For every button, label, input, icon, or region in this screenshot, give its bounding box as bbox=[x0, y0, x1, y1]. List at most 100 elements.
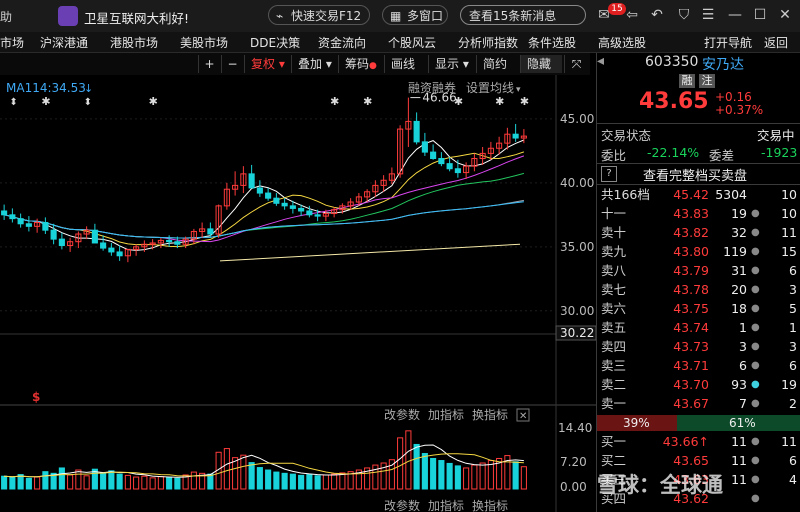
quick-trade-button[interactable]: ⌁ 快速交易F12 bbox=[268, 5, 370, 25]
ask-price: 43.78 bbox=[673, 282, 709, 297]
ask-vol: 3 bbox=[739, 339, 747, 354]
candle-body bbox=[91, 229, 98, 244]
volume-bar bbox=[166, 476, 173, 490]
volume-bar bbox=[124, 474, 131, 490]
chip-button[interactable]: 筹码● bbox=[338, 55, 382, 73]
ask-row[interactable]: 卖四 43.73 3 ● 3 bbox=[597, 337, 800, 356]
simple-button[interactable]: 简约 bbox=[476, 55, 518, 73]
ask-row[interactable]: 卖三 43.71 6 ● 6 bbox=[597, 356, 800, 375]
undo-icon[interactable]: ↶ bbox=[649, 7, 665, 23]
ask-label: 卖三 bbox=[601, 358, 627, 373]
ask-row[interactable]: 卖五 43.74 1 ● 1 bbox=[597, 318, 800, 337]
ask-vol: 119 bbox=[723, 244, 747, 259]
volume-bar bbox=[58, 467, 65, 490]
menu-item-navigation[interactable]: 打开导航 bbox=[704, 34, 752, 51]
ask-row[interactable]: 卖十 43.82 32 ● 11 bbox=[597, 223, 800, 242]
ma60-line bbox=[3, 199, 524, 239]
help-icon[interactable]: ? bbox=[601, 166, 617, 182]
candle-body bbox=[42, 221, 49, 231]
shirt-icon[interactable]: ⛉ bbox=[676, 7, 692, 23]
sub2-edit-param[interactable]: 改参数 bbox=[384, 498, 420, 512]
menu-item-stock-screen[interactable]: 条件选股 bbox=[528, 34, 576, 51]
arrow-left-icon[interactable]: ◂ bbox=[597, 53, 607, 73]
bid-price: 43.66↑ bbox=[662, 434, 709, 449]
ask-row[interactable]: 卖二 43.70 93 ● 19 bbox=[597, 375, 800, 394]
ma-setting-link[interactable]: 设置均线 bbox=[466, 81, 514, 95]
candle-body bbox=[454, 168, 461, 174]
candle-body bbox=[17, 218, 24, 225]
menu-item-capital-flow[interactable]: 资金流向 bbox=[318, 34, 366, 51]
minimize-icon[interactable]: — bbox=[727, 7, 743, 23]
ask-row[interactable]: 十一 43.83 19 ● 10 bbox=[597, 204, 800, 223]
menu-item-dde[interactable]: DDE决策 bbox=[250, 34, 300, 51]
sub-edit-param[interactable]: 改参数 bbox=[384, 407, 420, 422]
candle-body bbox=[438, 158, 445, 165]
buy-ratio: 61% bbox=[729, 416, 756, 430]
bid-price: 43.65 bbox=[673, 453, 709, 468]
zhu-badge: 注 bbox=[699, 74, 715, 88]
draw-line-button[interactable]: 画线 bbox=[384, 55, 426, 73]
hide-button[interactable]: 隐藏 bbox=[520, 55, 562, 73]
bid-row[interactable]: 买一 43.66↑ 11 ● 11 bbox=[597, 432, 800, 451]
candle-body bbox=[265, 192, 272, 199]
sub2-switch-indicator[interactable]: 换指标 bbox=[472, 498, 508, 512]
high-annotation: 46.66 bbox=[422, 91, 456, 105]
display-dropdown[interactable]: 显示 ▾ bbox=[428, 55, 474, 73]
ma5-line bbox=[3, 139, 525, 251]
fullscreen-icon[interactable]: ⤧ bbox=[564, 55, 588, 73]
menu-item-analyst-index[interactable]: 分析师指数 bbox=[458, 34, 518, 51]
dot-icon: ● bbox=[751, 227, 760, 238]
menu-icon[interactable]: ☰ bbox=[700, 7, 716, 23]
maximize-icon[interactable]: ☐ bbox=[752, 7, 768, 23]
clip-text: 助 bbox=[0, 10, 13, 24]
quote-panel: ◂ 603350 安乃达 融 注 43.65 +0.16 +0.37% 交易状态… bbox=[596, 53, 800, 512]
bid-row[interactable]: 买二 43.65 11 ● 6 bbox=[597, 451, 800, 470]
ask-row[interactable]: 卖九 43.80 119 ● 15 bbox=[597, 242, 800, 261]
ma-arrow-icon: ↓ bbox=[84, 82, 93, 95]
ask-vol: 31 bbox=[731, 263, 747, 278]
candle-body bbox=[25, 223, 32, 227]
watermark: 雪球：全球通 bbox=[597, 473, 723, 497]
status-label: 交易状态 bbox=[601, 128, 652, 143]
candle-body bbox=[248, 173, 255, 189]
volume-bar bbox=[405, 430, 412, 490]
ask-row[interactable]: 卖八 43.79 31 ● 6 bbox=[597, 261, 800, 280]
ask-label: 卖九 bbox=[601, 244, 627, 259]
menu-item-advanced-screen[interactable]: 高级选股 bbox=[598, 34, 646, 51]
ask-row[interactable]: 卖一 43.67 7 ● 2 bbox=[597, 394, 800, 413]
ask-vol: 19 bbox=[731, 206, 747, 221]
zoom-in-icon[interactable]: + bbox=[198, 55, 220, 73]
volume-bar bbox=[83, 475, 90, 490]
menu-item-hk-connect[interactable]: 沪深港通 bbox=[40, 34, 88, 51]
vol-ma5-line bbox=[4, 444, 524, 478]
sub-switch-indicator[interactable]: 换指标 bbox=[472, 407, 508, 422]
fuquan-dropdown[interactable]: 复权 ▾ bbox=[244, 55, 290, 73]
sub2-add-indicator[interactable]: 加指标 bbox=[428, 498, 464, 512]
volume-bar bbox=[339, 472, 346, 490]
arrow-left-icon[interactable]: ⇦ bbox=[624, 7, 640, 23]
multi-window-button[interactable]: ▦ 多窗口 bbox=[382, 5, 448, 25]
overlay-dropdown[interactable]: 叠加 ▾ bbox=[291, 55, 337, 73]
ask-ext: 2 bbox=[789, 396, 797, 411]
ask-vol: 1 bbox=[739, 320, 747, 335]
ask-row[interactable]: 卖六 43.75 18 ● 5 bbox=[597, 299, 800, 318]
menu-item-stock-news[interactable]: 个股风云 bbox=[388, 34, 436, 51]
sub-add-indicator[interactable]: 加指标 bbox=[428, 407, 464, 422]
close-icon[interactable]: ✕ bbox=[777, 7, 793, 23]
sub-close-icon[interactable]: ✕ bbox=[519, 411, 527, 422]
full-book-button[interactable]: 查看完整档买卖盘 bbox=[643, 165, 747, 184]
ask-row[interactable]: 卖七 43.78 20 ● 3 bbox=[597, 280, 800, 299]
news-headline[interactable]: 卫星互联网大利好! bbox=[84, 8, 189, 27]
news-count-button[interactable]: 查看15条新消息 bbox=[460, 5, 586, 25]
volume-bar bbox=[314, 475, 321, 490]
kline-chart[interactable]: ✱ ✱ ✱ ✱ ✱ ✱ ✱⬍ ⬍ MA114:34.53 ↓ 融资融券 设置均线 ▾ 45.0… bbox=[0, 75, 596, 512]
stock-name[interactable]: 安乃达 bbox=[702, 54, 744, 74]
bid-label: 买一 bbox=[601, 434, 627, 449]
menu-item-back[interactable]: 返回 bbox=[764, 34, 788, 51]
dot-icon: ● bbox=[751, 398, 760, 409]
menu-item-hk-market[interactable]: 港股市场 bbox=[110, 34, 158, 51]
menu-item-market[interactable]: 市场 bbox=[0, 34, 24, 51]
app-logo-icon bbox=[58, 6, 78, 26]
zoom-out-icon[interactable]: − bbox=[221, 55, 243, 73]
menu-item-us-market[interactable]: 美股市场 bbox=[180, 34, 228, 51]
